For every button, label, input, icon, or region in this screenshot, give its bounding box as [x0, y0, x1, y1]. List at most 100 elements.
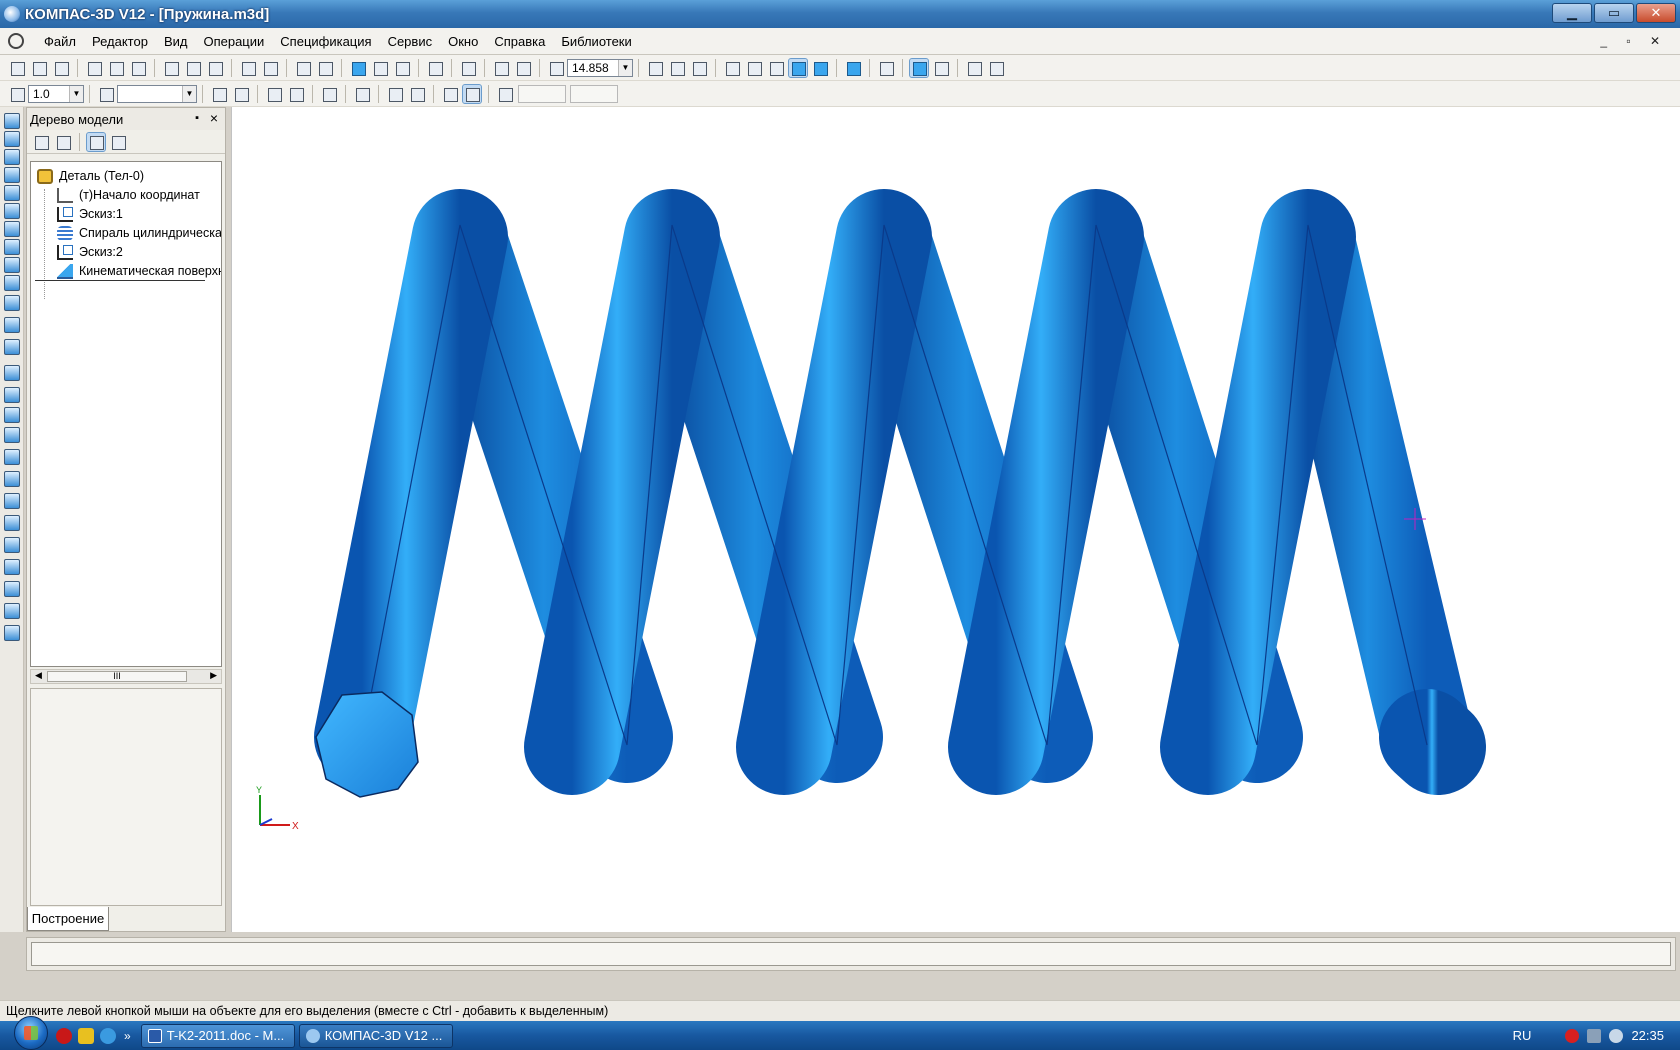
- coord-y-field[interactable]: [570, 84, 618, 103]
- menu-libraries[interactable]: Библиотеки: [553, 34, 639, 49]
- measure-tool-icon[interactable]: [4, 257, 20, 273]
- snap-toggle-icon[interactable]: [462, 83, 482, 104]
- menu-help[interactable]: Справка: [486, 34, 553, 49]
- grid-step-icon[interactable]: [8, 85, 26, 103]
- properties-icon[interactable]: [129, 59, 147, 77]
- tree-node-spiral[interactable]: Спираль цилиндрическая: [57, 223, 221, 243]
- start-button[interactable]: [14, 1015, 48, 1050]
- internet-explorer-icon[interactable]: [100, 1027, 116, 1044]
- surfaces-icon[interactable]: [4, 149, 20, 165]
- editing-part-icon[interactable]: [4, 113, 20, 129]
- quick-launch-more-icon[interactable]: »: [124, 1029, 131, 1043]
- draft-icon[interactable]: [4, 515, 20, 531]
- volume-tray-icon[interactable]: [1609, 1028, 1624, 1043]
- grid-icon[interactable]: [353, 85, 371, 103]
- revolve-icon[interactable]: [4, 317, 20, 333]
- split-icon[interactable]: [4, 581, 20, 597]
- copy-icon[interactable]: [184, 59, 202, 77]
- rib-icon[interactable]: [4, 493, 20, 509]
- undo-icon[interactable]: [294, 59, 312, 77]
- zoom-scale-icon[interactable]: [547, 59, 565, 77]
- chamfer-icon[interactable]: [4, 449, 20, 465]
- antivirus-tray-icon[interactable]: [1565, 1028, 1580, 1043]
- coordinates-icon[interactable]: [496, 85, 514, 103]
- tree-node-sketch-2[interactable]: Эскиз:2: [57, 242, 123, 262]
- edit-point-icon[interactable]: [287, 85, 305, 103]
- dimensions-icon[interactable]: [4, 185, 20, 201]
- wireframe-icon[interactable]: [723, 59, 741, 77]
- mdi-window-controls[interactable]: _ ▫ ✕: [1600, 34, 1668, 48]
- maximize-button[interactable]: ▭: [1594, 3, 1634, 23]
- pan-icon[interactable]: [646, 59, 664, 77]
- chevron-down-icon[interactable]: ▼: [618, 59, 632, 76]
- scroll-thumb[interactable]: III: [47, 671, 187, 682]
- shell-icon[interactable]: [4, 471, 20, 487]
- fillet-icon[interactable]: [4, 427, 20, 443]
- zoom-window-icon[interactable]: [459, 59, 477, 77]
- menu-specification[interactable]: Спецификация: [272, 34, 379, 49]
- tree-view-icon[interactable]: [86, 131, 106, 152]
- menu-view[interactable]: Вид: [156, 34, 196, 49]
- open-folder-icon[interactable]: [30, 59, 48, 77]
- print-preview-icon[interactable]: [107, 59, 125, 77]
- boolean-icon[interactable]: [4, 603, 20, 619]
- sweep-icon[interactable]: [4, 339, 20, 355]
- perspective-icon[interactable]: [844, 59, 862, 77]
- zoom-in-icon[interactable]: [492, 59, 510, 77]
- shaded-icon[interactable]: [788, 57, 808, 78]
- tree-horizontal-scrollbar[interactable]: ◀ III ▶: [30, 669, 222, 684]
- cut-extrude-icon[interactable]: [4, 387, 20, 403]
- rebuild-icon[interactable]: [987, 59, 1005, 77]
- edit-icon[interactable]: [265, 85, 283, 103]
- minimize-button[interactable]: ▁: [1552, 3, 1592, 23]
- language-indicator[interactable]: RU: [1513, 1028, 1532, 1043]
- snap-icon[interactable]: [909, 57, 929, 78]
- mirror-icon[interactable]: [4, 537, 20, 553]
- scroll-right-icon[interactable]: ▶: [210, 670, 217, 681]
- help-pointer-icon[interactable]: [426, 59, 444, 77]
- paste-icon[interactable]: [206, 59, 224, 77]
- chevron-down-icon[interactable]: ▼: [69, 85, 83, 102]
- specification-icon[interactable]: [4, 221, 20, 237]
- sheet-metal-icon[interactable]: [4, 275, 20, 291]
- step-combo[interactable]: 1.0 ▼: [28, 84, 84, 103]
- hole-icon[interactable]: [4, 407, 20, 423]
- zoom-out-icon[interactable]: [514, 59, 532, 77]
- pin-icon[interactable]: ▪: [195, 112, 199, 124]
- document-menu-icon[interactable]: [8, 33, 24, 49]
- sketch-mode-icon[interactable]: [210, 85, 228, 103]
- tree-node-kinematic-surface[interactable]: Кинематическая поверхность: [57, 261, 221, 281]
- tree-sort-icon[interactable]: [54, 133, 72, 151]
- filter-objects-icon[interactable]: [4, 203, 20, 219]
- tab-construction[interactable]: Построение: [27, 907, 109, 931]
- loft-icon[interactable]: [4, 365, 20, 381]
- shaded-edges-icon[interactable]: [811, 59, 829, 77]
- hidden-lines-icon[interactable]: [745, 59, 763, 77]
- rotate-icon[interactable]: [668, 59, 686, 77]
- array-icon[interactable]: [4, 559, 20, 575]
- close-panel-icon[interactable]: ×: [210, 110, 218, 126]
- extrude-icon[interactable]: [4, 295, 20, 311]
- close-button[interactable]: ✕: [1636, 3, 1676, 23]
- orientation-icon[interactable]: [690, 59, 708, 77]
- layer-state-icon[interactable]: [97, 85, 115, 103]
- tree-node-part[interactable]: Деталь (Тел-0): [37, 166, 144, 186]
- menu-editor[interactable]: Редактор: [84, 34, 156, 49]
- tree-node-origin[interactable]: (т)Начало координат: [57, 185, 200, 205]
- coord-x-field[interactable]: [518, 84, 566, 103]
- menu-operations[interactable]: Операции: [195, 34, 272, 49]
- round-icon[interactable]: [441, 85, 459, 103]
- thread-icon[interactable]: [4, 625, 20, 641]
- variables-fx-icon[interactable]: [393, 59, 411, 77]
- print-icon[interactable]: [85, 59, 103, 77]
- hidden-thin-lines-icon[interactable]: [767, 59, 785, 77]
- menu-window[interactable]: Окно: [440, 34, 486, 49]
- filter-icon[interactable]: [877, 59, 895, 77]
- tree-node-sketch-1[interactable]: Эскиз:1: [57, 204, 123, 224]
- menu-file[interactable]: Файл: [36, 34, 84, 49]
- zoom-combo[interactable]: 14.858 ▼: [567, 58, 633, 77]
- state-combo[interactable]: ▼: [117, 84, 197, 103]
- menu-service[interactable]: Сервис: [380, 34, 441, 49]
- properties-panel-field[interactable]: [31, 942, 1671, 966]
- redo-icon[interactable]: [316, 59, 334, 77]
